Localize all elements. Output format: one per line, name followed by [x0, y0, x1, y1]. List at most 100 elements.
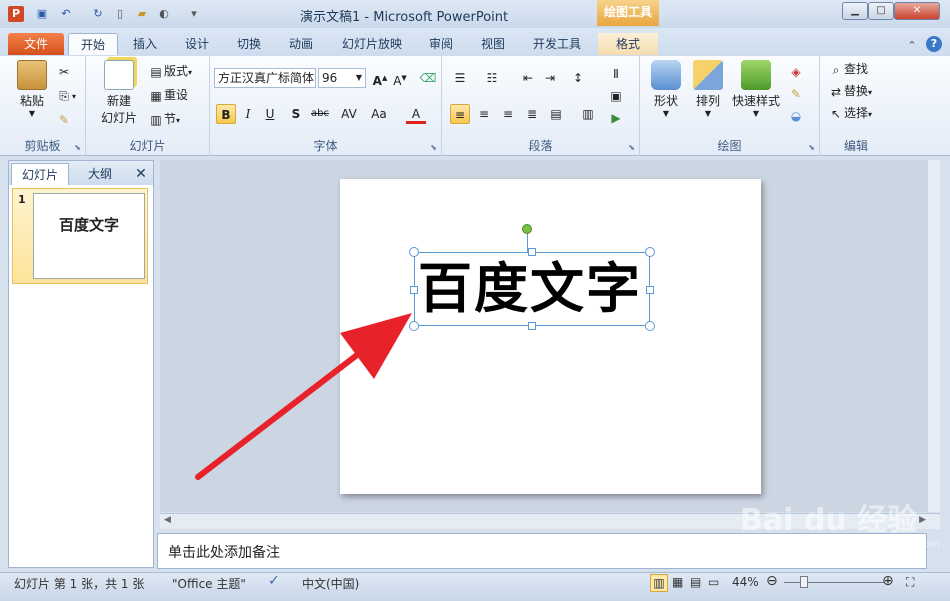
shapes-button[interactable]: 形状 ▼ [646, 60, 686, 118]
open-folder-icon[interactable]: ▰ [134, 6, 150, 22]
slide-sorter-icon[interactable]: ▦ [672, 575, 683, 589]
tab-transitions[interactable]: 切换 [226, 33, 272, 55]
rotate-handle[interactable] [522, 224, 532, 234]
language-status[interactable]: 中文(中国) [302, 575, 359, 592]
align-text-icon[interactable]: ▣ [606, 86, 626, 106]
clear-format-icon[interactable]: ⌫ [418, 68, 438, 88]
italic-button[interactable]: I [238, 104, 258, 124]
resize-handle-tl[interactable] [409, 247, 419, 257]
cut-button[interactable]: ✂ [56, 62, 72, 80]
new-slide-button[interactable]: 新建 幻灯片 [94, 60, 144, 126]
quick-styles-button[interactable]: 快速样式 ▼ [728, 60, 784, 118]
arrange-button[interactable]: 排列 ▼ [688, 60, 728, 118]
customize-qat-icon[interactable]: ▾ [186, 6, 202, 22]
scroll-left-icon[interactable]: ◀ [164, 515, 171, 525]
zoom-level[interactable]: 44% [732, 575, 759, 589]
zoom-slider-thumb[interactable] [800, 576, 808, 588]
minimize-button[interactable]: ▁ [842, 2, 868, 20]
zoom-out-icon[interactable]: ⊖ [766, 573, 778, 589]
resize-handle-tr[interactable] [645, 247, 655, 257]
tab-review[interactable]: 审阅 [418, 33, 464, 55]
underline-button[interactable]: U [260, 104, 280, 124]
paste-button[interactable]: 粘贴 ▼ [10, 60, 54, 118]
normal-view-icon[interactable]: ▥ [650, 574, 668, 592]
format-painter-button[interactable]: ✎ [56, 110, 72, 128]
fit-to-window-icon[interactable]: ⛶ [906, 575, 914, 590]
strikethrough-button[interactable]: abc [308, 104, 332, 124]
save-icon[interactable]: ▣ [34, 6, 50, 22]
numbering-icon[interactable]: ☷ [482, 68, 502, 88]
tab-design[interactable]: 设计 [174, 33, 220, 55]
smartart-icon[interactable]: ▶ [606, 108, 626, 128]
resize-handle-br[interactable] [645, 321, 655, 331]
tab-view[interactable]: 视图 [470, 33, 516, 55]
collapse-ribbon-icon[interactable]: ⌃ [904, 38, 920, 54]
line-spacing-icon[interactable]: ↕ [568, 68, 588, 88]
circle-tool-icon[interactable]: ◐ [156, 6, 172, 22]
resize-handle-l[interactable] [410, 286, 418, 294]
dialog-launcher-icon[interactable]: ⬊ [74, 143, 81, 152]
font-color-button[interactable]: A [406, 104, 426, 124]
close-pane-icon[interactable]: ✕ [131, 163, 151, 185]
section-button[interactable]: ▥ 节▾ [148, 110, 180, 128]
zoom-slider[interactable] [784, 582, 884, 583]
tab-home[interactable]: 开始 [68, 33, 118, 55]
select-button[interactable]: ↖ 选择▾ [828, 104, 872, 122]
copy-button[interactable]: ⎘ ▾ [56, 86, 76, 104]
vertical-scrollbar[interactable] [928, 160, 940, 512]
reading-view-icon[interactable]: ▤ [690, 575, 701, 589]
distribute-icon[interactable]: ▤ [546, 104, 566, 124]
tab-format[interactable]: 格式 [598, 33, 658, 55]
resize-handle-b[interactable] [528, 322, 536, 330]
shrink-font-icon[interactable]: A▼ [390, 68, 410, 88]
tab-developer[interactable]: 开发工具 [524, 33, 590, 55]
align-left-icon[interactable]: ≡ [450, 104, 470, 124]
tab-outline[interactable]: 大纲 [71, 163, 129, 185]
shape-outline-icon[interactable]: ✎ [786, 84, 806, 104]
increase-indent-icon[interactable]: ⇥ [540, 68, 560, 88]
text-direction-icon[interactable]: Ⅱ [606, 64, 626, 84]
tab-animations[interactable]: 动画 [278, 33, 324, 55]
theme-name[interactable]: "Office 主题" [172, 575, 246, 592]
align-right-icon[interactable]: ≡ [498, 104, 518, 124]
redo-icon[interactable]: ↻ [90, 6, 106, 22]
paragraph-dialog-launcher-icon[interactable]: ⬊ [628, 143, 635, 152]
new-file-icon[interactable]: ▯ [112, 6, 128, 22]
shadow-button[interactable]: S [286, 104, 306, 124]
tab-slideshow[interactable]: 幻灯片放映 [332, 33, 412, 55]
align-center-icon[interactable]: ≡ [474, 104, 494, 124]
change-case-button[interactable]: Aa [366, 104, 392, 124]
columns-icon[interactable]: ▥ [578, 104, 598, 124]
slideshow-view-icon[interactable]: ▭ [708, 575, 719, 589]
decrease-indent-icon[interactable]: ⇤ [518, 68, 538, 88]
bullets-icon[interactable]: ☰ [450, 68, 470, 88]
spell-check-icon[interactable]: ✓ [268, 573, 280, 589]
layout-button[interactable]: ▤ 版式▾ [148, 62, 192, 80]
font-name-combo[interactable]: 方正汉真广标简体 [214, 68, 316, 88]
resize-handle-t[interactable] [528, 248, 536, 256]
zoom-in-icon[interactable]: ⊕ [882, 573, 894, 589]
tab-file[interactable]: 文件 [8, 33, 64, 55]
char-spacing-button[interactable]: AV [336, 104, 362, 124]
drawing-dialog-launcher-icon[interactable]: ⬊ [808, 143, 815, 152]
shape-fill-icon[interactable]: ◈ [786, 62, 806, 82]
editing-group: ⌕ 查找 ⇄ 替换▾ ↖ 选择▾ 编辑 [820, 56, 892, 156]
find-button[interactable]: ⌕ 查找 [828, 60, 868, 78]
help-icon[interactable]: ? [926, 36, 942, 52]
grow-font-icon[interactable]: A▲ [370, 68, 390, 88]
justify-icon[interactable]: ≣ [522, 104, 542, 124]
close-button[interactable]: ✕ [894, 2, 940, 20]
slide-title-text[interactable]: 百度文字 [418, 251, 648, 327]
bold-button[interactable]: B [216, 104, 236, 124]
font-size-combo[interactable]: 96 ▼ [318, 68, 366, 88]
resize-handle-r[interactable] [646, 286, 654, 294]
reset-button[interactable]: ▦ 重设 [148, 86, 188, 104]
tab-insert[interactable]: 插入 [122, 33, 168, 55]
slide-thumbnail-item[interactable]: 1 百度文字 [12, 188, 148, 284]
maximize-button[interactable]: □ [868, 2, 894, 20]
replace-button[interactable]: ⇄ 替换▾ [828, 82, 872, 100]
tab-slides[interactable]: 幻灯片 [11, 163, 69, 185]
font-dialog-launcher-icon[interactable]: ⬊ [430, 143, 437, 152]
shape-effects-icon[interactable]: ◒ [786, 106, 806, 126]
undo-icon[interactable]: ↶ [58, 6, 74, 22]
